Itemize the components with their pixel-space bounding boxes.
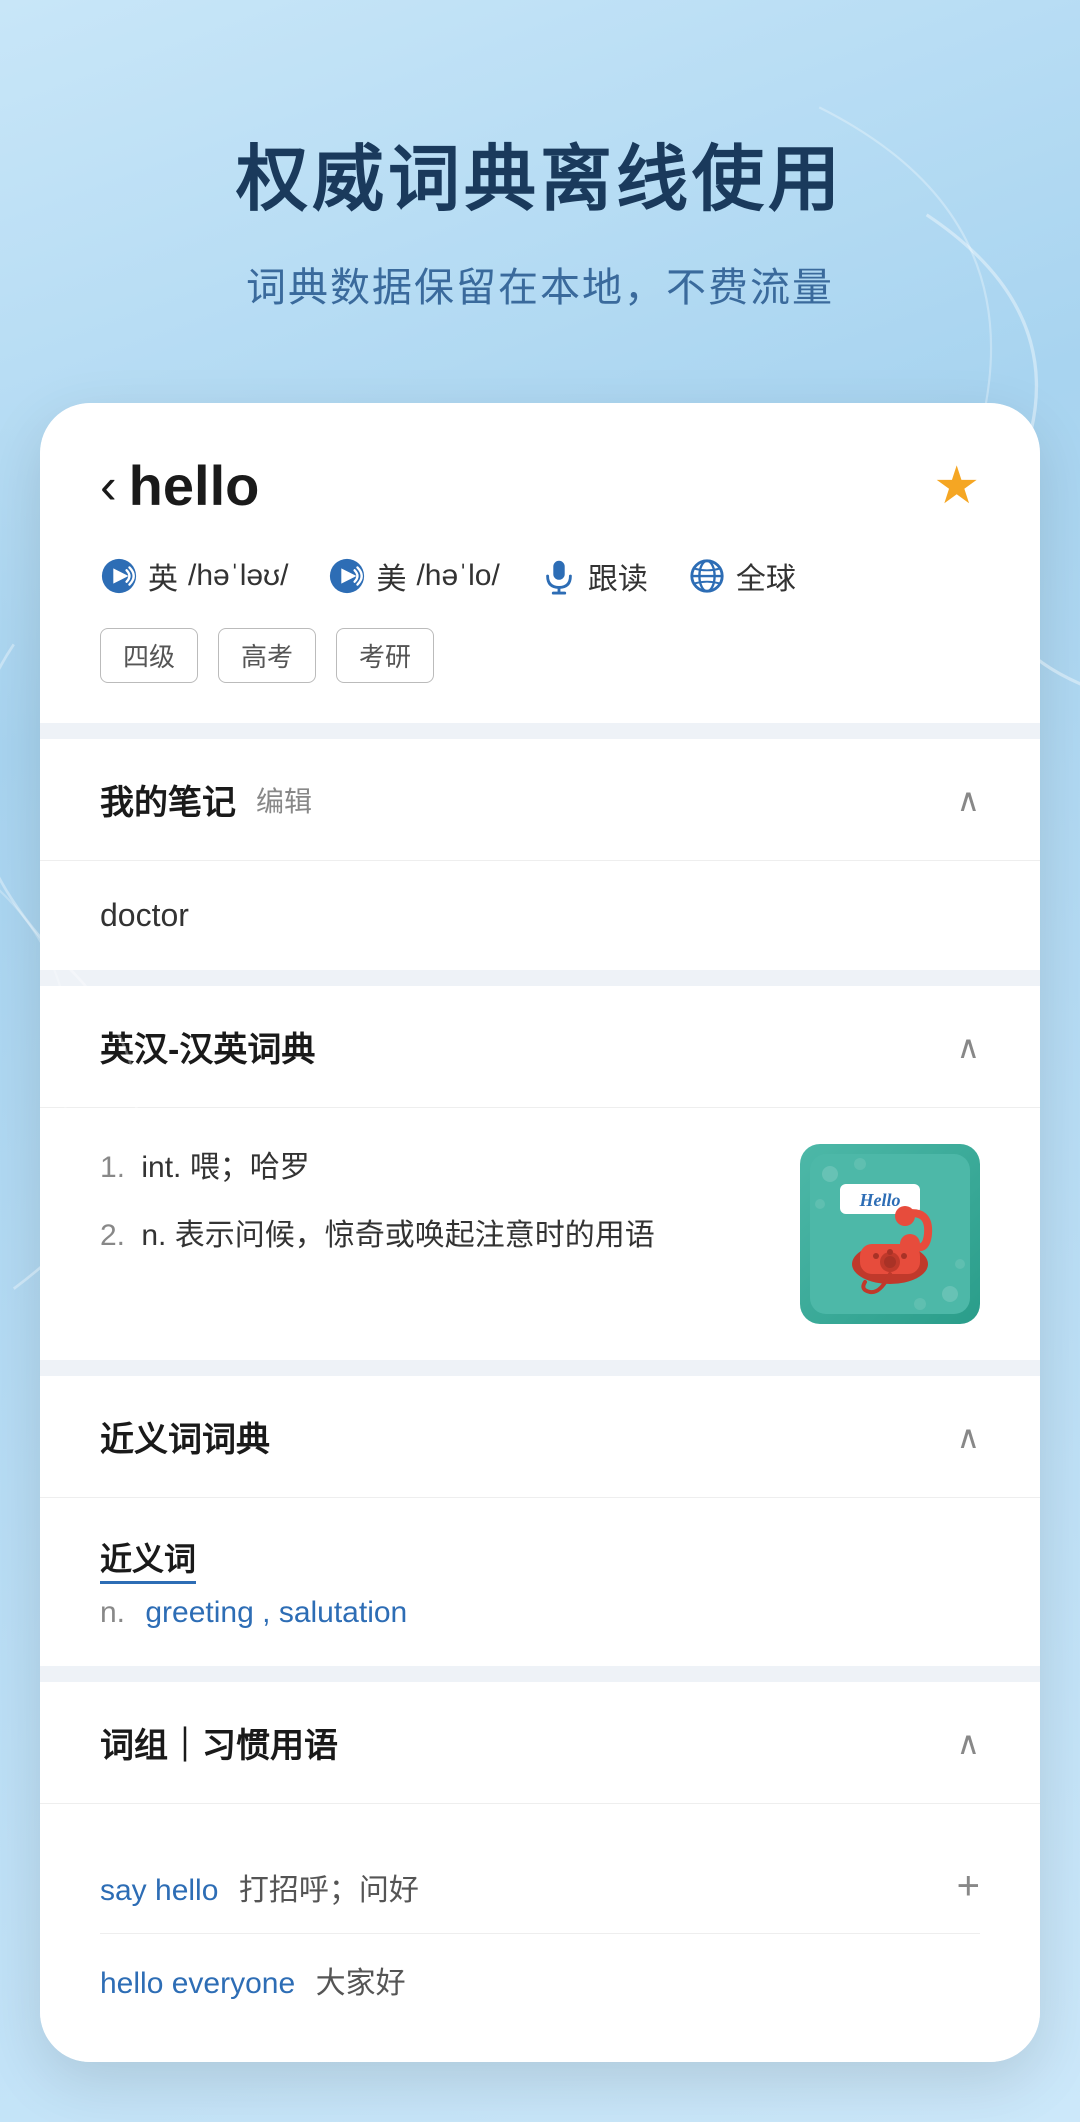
global-label: 全球	[736, 554, 796, 598]
divider-3	[40, 1360, 1040, 1376]
def-number-1: 1.	[100, 1151, 125, 1184]
top-section: 权威词典离线使用 词典数据保留在本地，不费流量	[0, 0, 1080, 373]
phrases-section: 词组｜习惯用语 ∧ say hello 打招呼；问好 + hello every…	[40, 1682, 1040, 2062]
phrase-item-2: hello everyone 大家好	[100, 1934, 980, 2026]
dictionary-card: ‹ hello ★ 英 /həˈləʊ/	[40, 403, 1040, 2062]
my-notes-content: doctor	[40, 861, 1040, 970]
american-sound-icon	[328, 557, 366, 595]
synonyms-content: 近义词 n. greeting , salutation	[40, 1498, 1040, 1666]
globe-icon	[688, 557, 726, 595]
phrase-en-2[interactable]: hello everyone	[100, 1967, 295, 2000]
phrase-text-group-1: say hello 打招呼；问好	[100, 1865, 419, 1909]
svg-text:Hello: Hello	[859, 1190, 901, 1210]
british-phonetic: /həˈləʊ/	[188, 559, 288, 593]
word-title-row: ‹ hello ★	[100, 453, 980, 518]
dict-def-2: 2. n. 表示问候，惊奇或唤起注意时的用语	[100, 1212, 770, 1260]
phrase-text-group-2: hello everyone 大家好	[100, 1958, 406, 2002]
def-text-2: 表示问候，惊奇或唤起注意时的用语	[175, 1219, 655, 1252]
sub-title: 词典数据保留在本地，不费流量	[60, 255, 1020, 313]
british-sound-icon	[100, 557, 138, 595]
american-pronunciation[interactable]: 美 /həˈlo/	[328, 554, 499, 598]
word-header: ‹ hello ★ 英 /həˈləʊ/	[40, 403, 1040, 723]
synonyms-label: 近义词	[100, 1534, 980, 1580]
phrases-collapse-icon[interactable]: ∧	[957, 1724, 980, 1762]
my-notes-collapse-icon[interactable]: ∧	[957, 781, 980, 819]
american-label: 美	[376, 554, 406, 598]
dict-entry: 1. int. 喂；哈罗 2. n. 表示问候，惊奇或唤起注意时的用语	[100, 1144, 980, 1324]
synonyms-section: 近义词词典 ∧ 近义词 n. greeting , salutation	[40, 1376, 1040, 1666]
note-value: doctor	[100, 897, 189, 933]
dictionary-header[interactable]: 英汉-汉英词典 ∧	[40, 986, 1040, 1108]
favorite-star-icon[interactable]: ★	[933, 456, 980, 516]
synonym-pos: n.	[100, 1596, 125, 1629]
synonym-word-2[interactable]: salutation	[279, 1596, 407, 1629]
divider-2	[40, 970, 1040, 986]
phrase-cn-1: 打招呼；问好	[239, 1874, 419, 1907]
back-arrow[interactable]: ‹	[100, 457, 117, 515]
phrases-content: say hello 打招呼；问好 + hello everyone 大家好	[40, 1804, 1040, 2062]
phrase-add-button-1[interactable]: +	[957, 1864, 980, 1909]
dict-definitions: 1. int. 喂；哈罗 2. n. 表示问候，惊奇或唤起注意时的用语	[100, 1144, 770, 1324]
dictionary-section: 英汉-汉英词典 ∧ 1. int. 喂；哈罗 2. n. 表示问候，惊奇或唤起注…	[40, 986, 1040, 1360]
pronunciation-row: 英 /həˈləʊ/ 美 /həˈlo/	[100, 554, 980, 598]
def-pos-2: n.	[141, 1219, 174, 1252]
follow-read-label: 跟读	[588, 554, 648, 598]
my-notes-title-group: 我的笔记 编辑	[100, 775, 312, 824]
edit-notes-button[interactable]: 编辑	[256, 780, 312, 820]
synonyms-header[interactable]: 近义词词典 ∧	[40, 1376, 1040, 1498]
def-pos-1: int.	[141, 1151, 189, 1184]
phrase-en-1[interactable]: say hello	[100, 1874, 218, 1907]
dict-def-1: 1. int. 喂；哈罗	[100, 1144, 770, 1192]
synonyms-title: 近义词词典	[100, 1412, 270, 1461]
tag-cet4: 四级	[100, 628, 198, 683]
follow-read-button[interactable]: 跟读	[540, 554, 648, 598]
dictionary-title: 英汉-汉英词典	[100, 1022, 315, 1071]
synonym-heading: 近义词	[100, 1541, 196, 1584]
global-button[interactable]: 全球	[688, 554, 796, 598]
word-text: hello	[129, 453, 260, 518]
tag-gaokao: 高考	[218, 628, 316, 683]
synonym-comma: ,	[262, 1596, 279, 1629]
tag-kaoyan: 考研	[336, 628, 434, 683]
microphone-icon	[540, 557, 578, 595]
my-notes-title: 我的笔记	[100, 775, 236, 824]
british-label: 英	[148, 554, 178, 598]
synonym-list-row: n. greeting , salutation	[100, 1596, 980, 1630]
def-number-2: 2.	[100, 1219, 125, 1252]
american-phonetic: /həˈlo/	[416, 559, 499, 593]
divider-1	[40, 723, 1040, 739]
synonyms-collapse-icon[interactable]: ∧	[957, 1418, 980, 1456]
synonym-word-1[interactable]: greeting	[145, 1596, 253, 1629]
main-title: 权威词典离线使用	[60, 120, 1020, 225]
dictionary-content: 1. int. 喂；哈罗 2. n. 表示问候，惊奇或唤起注意时的用语	[40, 1108, 1040, 1360]
exam-tags-row: 四级 高考 考研	[100, 628, 980, 683]
british-pronunciation[interactable]: 英 /həˈləʊ/	[100, 554, 288, 598]
def-text-1: 喂；哈罗	[190, 1151, 310, 1184]
dictionary-collapse-icon[interactable]: ∧	[957, 1028, 980, 1066]
telephone-svg: Hello	[810, 1154, 970, 1314]
dict-illustration: Hello	[800, 1144, 980, 1324]
phrases-header[interactable]: 词组｜习惯用语 ∧	[40, 1682, 1040, 1804]
my-notes-section: 我的笔记 编辑 ∧ doctor	[40, 739, 1040, 970]
divider-4	[40, 1666, 1040, 1682]
phrase-cn-2: 大家好	[316, 1967, 406, 2000]
my-notes-header[interactable]: 我的笔记 编辑 ∧	[40, 739, 1040, 861]
word-with-back: ‹ hello	[100, 453, 259, 518]
phrases-title: 词组｜习惯用语	[100, 1718, 338, 1767]
